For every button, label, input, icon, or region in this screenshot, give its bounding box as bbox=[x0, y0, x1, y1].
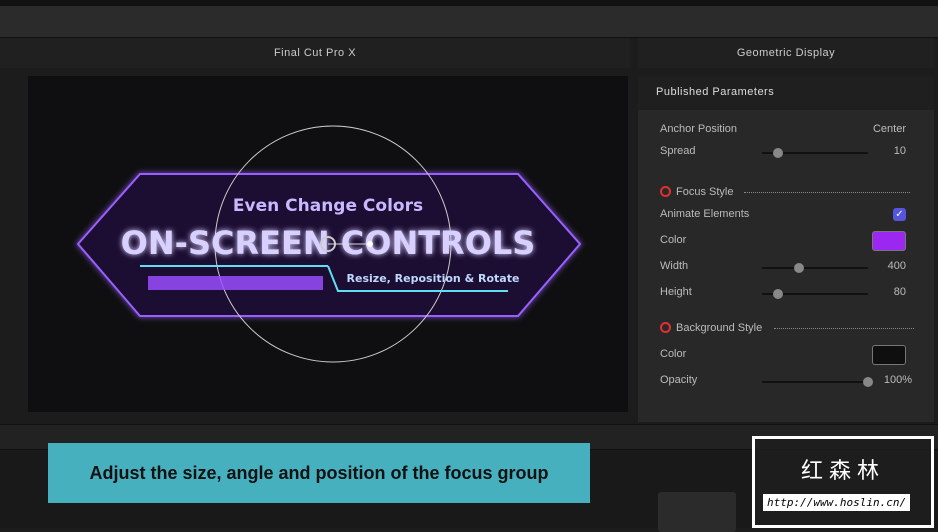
reset-ring-icon[interactable] bbox=[660, 322, 671, 333]
toolbar bbox=[0, 6, 938, 38]
spread-row: Spread 10 bbox=[660, 145, 906, 161]
title-graphic: Even Change Colors ON-SCREEN CONTROLS Re… bbox=[76, 125, 582, 363]
width-row: Width 400 bbox=[660, 260, 906, 276]
animate-elements-checkbox[interactable]: ✓ bbox=[893, 208, 906, 221]
height-slider[interactable] bbox=[762, 289, 868, 299]
headline-main: ON-SCREEN CONTROLS bbox=[121, 224, 536, 262]
opacity-slider[interactable] bbox=[762, 377, 873, 387]
slider-knob[interactable] bbox=[794, 263, 805, 273]
label: Animate Elements bbox=[660, 208, 750, 220]
label: Color bbox=[660, 348, 687, 360]
watermark-url: http://www.hoslin.cn/ bbox=[763, 494, 911, 511]
inspector-title: Geometric Display bbox=[638, 38, 934, 68]
label: Width bbox=[660, 260, 689, 272]
subtitle: Resize, Reposition & Rotate bbox=[347, 272, 520, 285]
label: Opacity bbox=[660, 374, 698, 386]
slider-knob[interactable] bbox=[863, 377, 873, 387]
headline-small: Even Change Colors bbox=[233, 196, 423, 216]
anchor-value[interactable]: Center bbox=[873, 123, 906, 135]
animate-elements-row: Animate Elements ✓ bbox=[660, 208, 906, 224]
height-value[interactable]: 80 bbox=[894, 286, 906, 298]
caption-banner: Adjust the size, angle and position of t… bbox=[48, 443, 590, 503]
label: Spread bbox=[660, 145, 696, 157]
opacity-row: Opacity 100% bbox=[660, 374, 912, 390]
background-style-section[interactable]: Background Style bbox=[660, 322, 914, 334]
section-label: Background Style bbox=[676, 322, 763, 334]
slider-knob[interactable] bbox=[772, 289, 783, 299]
section-label: Focus Style bbox=[676, 186, 734, 198]
label: Anchor Position bbox=[660, 123, 738, 135]
width-value[interactable]: 400 bbox=[888, 260, 906, 272]
published-parameters-heading: Published Parameters bbox=[638, 76, 934, 110]
background-color-row: Color bbox=[660, 345, 906, 365]
watermark: 红森林 http://www.hoslin.cn/ bbox=[752, 436, 934, 528]
watermark-name: 红森林 bbox=[800, 458, 885, 483]
slider-knob[interactable] bbox=[772, 148, 783, 158]
label: Color bbox=[660, 234, 687, 246]
spread-slider[interactable] bbox=[762, 148, 868, 158]
background-color-swatch[interactable] bbox=[872, 345, 906, 365]
width-slider[interactable] bbox=[762, 263, 868, 273]
spread-value[interactable]: 10 bbox=[894, 145, 906, 157]
opacity-value[interactable]: 100% bbox=[884, 374, 912, 386]
inspector-panel: Published Parameters Anchor Position Cent… bbox=[638, 76, 934, 422]
anchor-position-row[interactable]: Anchor Position Center bbox=[660, 123, 906, 139]
reset-ring-icon[interactable] bbox=[660, 186, 671, 197]
focus-style-section[interactable]: Focus Style bbox=[660, 186, 910, 198]
browser-thumbnail[interactable] bbox=[658, 492, 736, 532]
divider bbox=[744, 192, 910, 193]
focus-color-row: Color bbox=[660, 231, 906, 251]
height-row: Height 80 bbox=[660, 286, 906, 302]
focus-color-swatch[interactable] bbox=[872, 231, 906, 251]
viewer-canvas[interactable]: Even Change Colors ON-SCREEN CONTROLS Re… bbox=[28, 76, 628, 412]
viewer-title: Final Cut Pro X bbox=[0, 38, 630, 68]
divider bbox=[774, 328, 914, 329]
label: Height bbox=[660, 286, 692, 298]
